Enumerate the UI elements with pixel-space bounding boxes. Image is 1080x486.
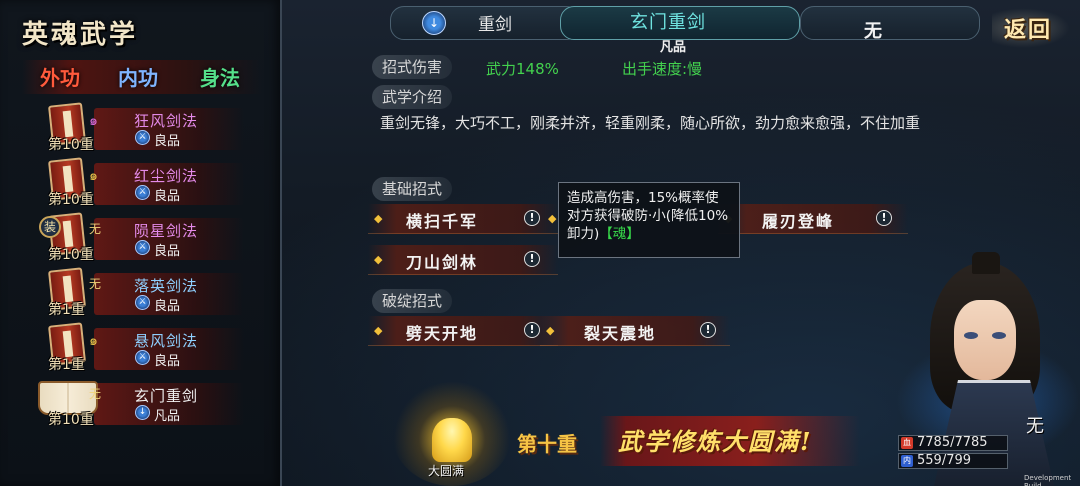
category-tabs: 外功 内功 身法 bbox=[22, 60, 262, 94]
skill-item[interactable]: 第10重 ๑ 狂风剑法 ⚔ 良品 bbox=[44, 102, 262, 154]
tab-movement-skill[interactable]: 身法 bbox=[200, 62, 240, 91]
mp-row: 内 559/799 bbox=[898, 453, 1008, 469]
swirl-icon: ๑ bbox=[89, 168, 98, 184]
diamond-icon: ◆ bbox=[548, 212, 557, 225]
skill-grade: 良品 bbox=[154, 299, 181, 314]
move-tooltip: 造成高伤害，15%概率使对方获得破防·小(降低10%卸力)【魂】 bbox=[558, 182, 740, 258]
portrait-face bbox=[954, 300, 1016, 380]
move-name: 横扫千军 bbox=[406, 212, 479, 231]
skill-item[interactable]: 第1重 ๑ 悬风剑法 ⚔ 良品 bbox=[44, 322, 262, 374]
equip-slot-segment[interactable] bbox=[800, 6, 980, 40]
move-button[interactable]: ◆ 刀山剑林 ! bbox=[368, 245, 558, 275]
diamond-icon: ◆ bbox=[374, 253, 383, 266]
skill-level: 第10重 bbox=[48, 247, 94, 263]
hp-row: 血 7785/7785 bbox=[898, 435, 1008, 451]
character-mark: 无 bbox=[1026, 416, 1044, 437]
mastery-level-tag: 第十重 bbox=[517, 432, 577, 456]
art-grade: 凡品 bbox=[660, 40, 687, 55]
equip-slot-value: 无 bbox=[864, 21, 882, 42]
skill-list-panel: 英魂武学 外功 内功 身法 第10重 ๑ 狂风剑法 ⚔ 良品 第10重 ๑ 红尘… bbox=[0, 0, 282, 486]
mastery-banner-text: 武学修炼大圆满! bbox=[618, 427, 813, 456]
skill-level: 第1重 bbox=[48, 302, 85, 318]
info-icon[interactable]: ! bbox=[524, 210, 540, 226]
panel-title: 英魂武学 bbox=[22, 20, 139, 50]
sword-grade-icon: ⚔ bbox=[135, 350, 150, 365]
skill-item[interactable]: 第1重 无 落英剑法 ⚔ 良品 bbox=[44, 267, 262, 319]
basic-moves-label: 基础招式 bbox=[372, 177, 453, 201]
move-name: 裂天震地 bbox=[584, 324, 657, 343]
skill-name: 陨星剑法 bbox=[134, 222, 199, 240]
aura-label: 大圆满 bbox=[428, 464, 465, 478]
equipped-badge: 装 bbox=[39, 216, 61, 238]
move-button[interactable]: ◆ 裂天震地 ! bbox=[540, 316, 730, 346]
diamond-icon: ◆ bbox=[374, 324, 383, 337]
weapon-type: 重剑 bbox=[478, 15, 512, 35]
sword-grade-icon: ⚔ bbox=[135, 295, 150, 310]
sword-grade-icon: ⚔ bbox=[135, 130, 150, 145]
info-icon[interactable]: ! bbox=[524, 251, 540, 267]
sword-grade-icon: ⚔ bbox=[135, 240, 150, 255]
move-button[interactable]: ◆ 横扫千军 ! ◆ bbox=[368, 204, 558, 234]
move-button[interactable]: ◆ 劈天开地 ! bbox=[368, 316, 558, 346]
skill-grade: 凡品 bbox=[154, 409, 181, 424]
tooltip-tag: 【魂】 bbox=[599, 226, 640, 242]
diamond-icon: ◆ bbox=[546, 324, 555, 337]
hp-value: 7785/7785 bbox=[917, 435, 988, 450]
skill-grade: 良品 bbox=[154, 189, 181, 204]
tab-outer-skill[interactable]: 外功 bbox=[40, 62, 80, 91]
heavy-sword-grade-icon: ↓ bbox=[135, 405, 150, 420]
skill-level: 第10重 bbox=[48, 192, 94, 208]
swirl-icon: ๑ bbox=[89, 113, 98, 129]
mp-icon: 内 bbox=[901, 455, 913, 467]
skill-level: 第10重 bbox=[48, 412, 94, 428]
diamond-icon: ◆ bbox=[374, 212, 383, 225]
heavy-sword-icon: ↓ bbox=[422, 11, 446, 35]
art-name: 玄门重剑 bbox=[630, 12, 706, 33]
speed-value: 出手速度:慢 bbox=[622, 60, 703, 78]
skill-level: 第1重 bbox=[48, 357, 85, 373]
mp-value: 559/799 bbox=[917, 453, 972, 468]
element-marker: 无 bbox=[89, 277, 102, 291]
skill-name: 红尘剑法 bbox=[134, 167, 199, 185]
sword-grade-icon: ⚔ bbox=[135, 185, 150, 200]
meditating-figure-icon bbox=[432, 418, 472, 462]
damage-label: 招式伤害 bbox=[372, 55, 453, 79]
element-marker: 无 bbox=[89, 222, 102, 236]
move-name: 劈天开地 bbox=[406, 324, 479, 343]
tooltip-text: 造成高伤害，15%概率使对方获得破防·小(降低10%卸力) bbox=[567, 190, 729, 242]
hp-icon: 血 bbox=[901, 437, 913, 449]
skill-level: 第10重 bbox=[48, 137, 94, 153]
info-icon[interactable]: ! bbox=[700, 322, 716, 338]
info-icon[interactable]: ! bbox=[524, 322, 540, 338]
skill-name: 玄门重剑 bbox=[134, 387, 199, 405]
skill-grade: 良品 bbox=[154, 354, 181, 369]
damage-value: 武力148% bbox=[486, 60, 559, 78]
skill-name: 狂风剑法 bbox=[134, 112, 199, 130]
portrait-eye bbox=[964, 332, 978, 339]
swirl-icon: ๑ bbox=[89, 333, 98, 349]
portrait-eye bbox=[992, 332, 1006, 339]
move-name: 刀山剑林 bbox=[406, 253, 479, 272]
skill-name: 悬风剑法 bbox=[134, 332, 199, 350]
break-moves-label: 破绽招式 bbox=[372, 289, 453, 313]
element-marker: 无 bbox=[89, 387, 102, 401]
build-tag: Development Build bbox=[1024, 474, 1072, 486]
intro-label: 武学介绍 bbox=[372, 85, 453, 109]
intro-text: 重剑无锋，大巧不工，刚柔并济，轻重刚柔，随心所欲，劲力愈来愈强，不住加重 bbox=[380, 114, 921, 132]
back-button[interactable]: 返回 bbox=[992, 8, 1070, 48]
move-name: 履刃登峰 bbox=[762, 212, 835, 231]
skill-item[interactable]: 第10重 ๑ 红尘剑法 ⚔ 良品 bbox=[44, 157, 262, 209]
skill-item[interactable]: 装 第10重 无 陨星剑法 ⚔ 良品 bbox=[39, 212, 262, 264]
skill-grade: 良品 bbox=[154, 244, 181, 259]
art-header: ↓ 重剑 玄门重剑 凡品 无 bbox=[390, 2, 990, 55]
skill-item-selected[interactable]: 第10重 无 玄门重剑 ↓ 凡品 bbox=[38, 379, 262, 429]
portrait-hair-crown bbox=[972, 252, 1000, 274]
info-icon[interactable]: ! bbox=[876, 210, 892, 226]
tab-inner-skill[interactable]: 内功 bbox=[118, 62, 158, 91]
skill-name: 落英剑法 bbox=[134, 277, 199, 295]
skill-grade: 良品 bbox=[154, 134, 181, 149]
move-button[interactable]: ◆ 履刃登峰 ! bbox=[718, 204, 908, 234]
